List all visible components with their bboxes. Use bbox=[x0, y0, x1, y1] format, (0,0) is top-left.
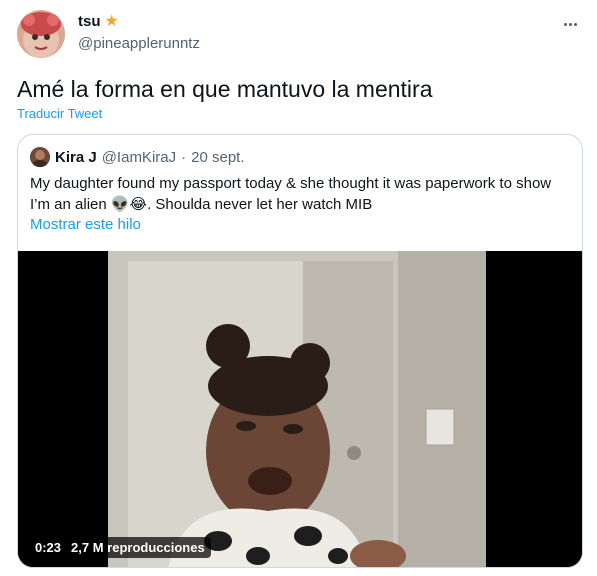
quoted-avatar-image bbox=[30, 147, 50, 167]
quoted-handle: @IamKiraJ bbox=[101, 148, 177, 166]
more-options-icon[interactable] bbox=[560, 14, 580, 34]
tweet-text: Amé la forma en que mantuvo la mentira bbox=[17, 76, 433, 102]
translate-tweet-link[interactable]: Traducir Tweet bbox=[17, 106, 102, 121]
quoted-author-avatar bbox=[30, 147, 50, 167]
quoted-date: 20 sept. bbox=[191, 148, 245, 166]
video-info-overlay: 0:23 2,7 M reproducciones bbox=[29, 537, 211, 558]
dot-icon bbox=[573, 22, 577, 26]
author-display-name[interactable]: tsu bbox=[78, 13, 101, 30]
video-player[interactable]: 0:23 2,7 M reproducciones bbox=[18, 251, 582, 567]
dot-icon bbox=[568, 22, 572, 26]
show-thread-link[interactable]: Mostrar este hilo bbox=[30, 216, 141, 233]
avatar-image bbox=[17, 10, 65, 58]
star-icon: ★ bbox=[104, 12, 119, 30]
video-views: 2,7 M reproducciones bbox=[71, 540, 205, 555]
quoted-tweet-header: Kira J @IamKiraJ · 20 sept. bbox=[30, 147, 245, 167]
quoted-tweet-text: My daughter found my passport today & sh… bbox=[30, 175, 552, 213]
video-duration: 0:23 bbox=[35, 540, 62, 555]
dot-icon bbox=[563, 22, 567, 26]
author-name-row: tsu ★ bbox=[78, 13, 119, 30]
author-avatar[interactable] bbox=[17, 10, 65, 58]
video-frame bbox=[18, 251, 582, 567]
separator-dot: · bbox=[181, 148, 187, 166]
quoted-tweet-card[interactable]: Kira J @IamKiraJ · 20 sept. My daughter … bbox=[17, 134, 583, 568]
quoted-display-name: Kira J bbox=[55, 148, 97, 166]
author-handle[interactable]: @pineapplerunntz bbox=[78, 35, 200, 52]
